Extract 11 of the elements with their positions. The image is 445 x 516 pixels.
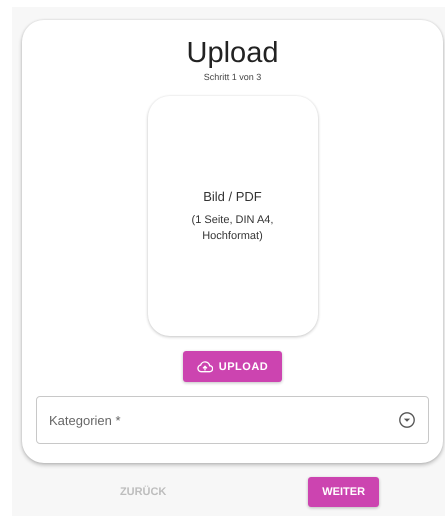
next-button[interactable]: WEITER xyxy=(308,477,380,507)
step-indicator: Schritt 1 von 3 xyxy=(204,72,262,82)
dropdown-icon xyxy=(398,411,416,429)
cloud-upload-icon xyxy=(196,360,213,374)
drop-zone-label: Bild / PDF xyxy=(203,188,262,204)
select-placeholder: Kategorien * xyxy=(49,412,121,428)
page-title: Upload xyxy=(186,36,278,70)
drop-zone-hint: (1 Seite, DIN A4, Hochformat) xyxy=(190,212,274,244)
category-select[interactable]: Kategorien * xyxy=(36,396,429,444)
upload-button[interactable]: UPLOAD xyxy=(182,351,282,382)
drop-zone[interactable]: Bild / PDF (1 Seite, DIN A4, Hochformat) xyxy=(148,96,318,336)
